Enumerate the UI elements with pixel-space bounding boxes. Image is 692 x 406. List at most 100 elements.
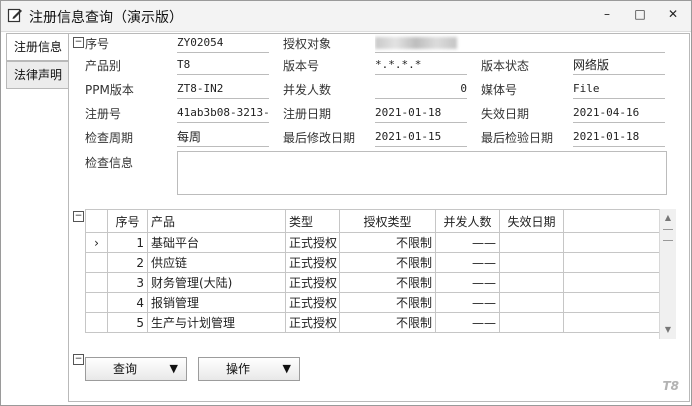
window-title: 注册信息查询（演示版） (29, 10, 183, 26)
row-filler (563, 232, 660, 253)
row-filler (563, 272, 660, 293)
media-value: File (573, 80, 665, 99)
maximize-button[interactable]: □ (630, 7, 650, 25)
seq-label: 序号 (85, 37, 110, 51)
row-type: 正式授权 (285, 272, 340, 293)
table-row[interactable]: 2 供应链 正式授权 不限制 —— (85, 252, 660, 273)
reg-no-label: 注册号 (85, 107, 122, 121)
row-type: 正式授权 (285, 232, 340, 253)
info-collapse-toggle[interactable]: − (73, 37, 84, 48)
row-expire (499, 252, 564, 273)
row-product: 报销管理 (147, 292, 286, 313)
row-expire (499, 232, 564, 253)
t8-watermark: T8 (662, 379, 679, 393)
query-button[interactable]: 查询 ▼ (85, 357, 187, 381)
licensee-value (375, 34, 665, 53)
col-header-seq[interactable]: 序号 (107, 209, 148, 233)
row-concurrent: —— (435, 252, 500, 273)
actions-collapse-toggle[interactable]: − (73, 354, 84, 365)
concurrent-value: 0 (375, 80, 467, 99)
seq-value: ZY02054 (177, 34, 269, 53)
row-filler (563, 252, 660, 273)
row-selector (85, 252, 108, 273)
ppm-version-label: PPM版本 (85, 83, 134, 97)
last-check-value: 2021-01-18 (573, 128, 665, 147)
col-header-expire-date[interactable]: 失效日期 (499, 209, 564, 233)
row-product: 财务管理(大陆) (147, 272, 286, 293)
row-filler (563, 312, 660, 333)
check-cycle-value: 每周 (177, 128, 269, 147)
tab-registration-info[interactable]: 注册信息 (6, 33, 69, 61)
row-product: 基础平台 (147, 232, 286, 253)
close-button[interactable]: ✕ (663, 7, 683, 25)
category-label: 产品别 (85, 59, 122, 73)
row-selector (85, 292, 108, 313)
row-expire (499, 312, 564, 333)
reg-no-value: 41ab3b08-3213-4 (177, 104, 269, 123)
row-seq: 1 (107, 232, 148, 253)
row-license-type: 不限制 (339, 292, 436, 313)
ppm-version-value: ZT8-IN2 (177, 80, 269, 99)
col-header-type[interactable]: 类型 (285, 209, 340, 233)
row-selector (85, 272, 108, 293)
last-modified-label: 最后修改日期 (283, 131, 356, 145)
grid-row-selector-header (85, 209, 108, 233)
row-license-type: 不限制 (339, 272, 436, 293)
redacted-licensee (375, 37, 457, 49)
version-no-value: *.*.*.* (375, 56, 467, 75)
row-type: 正式授权 (285, 292, 340, 313)
reg-date-value: 2021-01-18 (375, 104, 467, 123)
sidebar: 注册信息 法律声明 (6, 33, 70, 399)
table-row[interactable]: 5 生产与计划管理 正式授权 不限制 —— (85, 312, 660, 333)
grid-header-row: 序号 产品 类型 授权类型 并发人数 失效日期 (85, 209, 660, 233)
table-row[interactable]: 3 财务管理(大陆) 正式授权 不限制 —— (85, 272, 660, 293)
media-label: 媒体号 (481, 83, 518, 97)
category-value: T8 (177, 56, 269, 75)
row-concurrent: —— (435, 312, 500, 333)
row-seq: 4 (107, 292, 148, 313)
product-grid: 序号 产品 类型 授权类型 并发人数 失效日期 › 1 基础平台 正式授权 不限… (85, 209, 660, 333)
grid-collapse-toggle[interactable]: − (73, 211, 84, 222)
row-selector (85, 312, 108, 333)
last-check-label: 最后检验日期 (481, 131, 554, 145)
row-seq: 3 (107, 272, 148, 293)
row-filler (563, 292, 660, 313)
version-status-label: 版本状态 (481, 59, 530, 73)
check-cycle-label: 检查周期 (85, 131, 134, 145)
title-bar: 注册信息查询（演示版） – □ ✕ (1, 1, 691, 32)
chevron-down-icon: ▼ (169, 362, 178, 375)
row-seq: 2 (107, 252, 148, 273)
scroll-down-icon[interactable]: ▼ (660, 323, 676, 337)
table-row[interactable]: › 1 基础平台 正式授权 不限制 —— (85, 232, 660, 253)
row-cursor-icon: › (85, 232, 108, 253)
row-expire (499, 292, 564, 313)
col-header-license-type[interactable]: 授权类型 (339, 209, 436, 233)
check-info-label: 检查信息 (85, 156, 134, 170)
chevron-down-icon: ▼ (282, 362, 291, 375)
tab-legal-statement[interactable]: 法律声明 (6, 61, 70, 89)
grid-scrollbar[interactable]: ▲ ▼ (659, 209, 676, 339)
row-concurrent: —— (435, 232, 500, 253)
operate-button-label: 操作 (225, 362, 250, 376)
main-panel: − 序号 ZY02054 授权对象 产品别 T8 版本号 *.*.*.* 版本状… (68, 33, 690, 402)
registration-window: 注册信息查询（演示版） – □ ✕ 注册信息 法律声明 − 序号 ZY02054… (0, 0, 692, 406)
row-seq: 5 (107, 312, 148, 333)
last-modified-value: 2021-01-15 (375, 128, 467, 147)
minimize-button[interactable]: – (597, 7, 617, 25)
table-row[interactable]: 4 报销管理 正式授权 不限制 —— (85, 292, 660, 313)
row-type: 正式授权 (285, 312, 340, 333)
col-header-product[interactable]: 产品 (147, 209, 286, 233)
row-expire (499, 272, 564, 293)
row-concurrent: —— (435, 272, 500, 293)
licensee-label: 授权对象 (283, 37, 332, 51)
expire-date-value: 2021-04-16 (573, 104, 665, 123)
col-header-concurrent[interactable]: 并发人数 (435, 209, 500, 233)
check-info-textarea[interactable] (177, 151, 667, 195)
version-status-value: 网络版 (573, 56, 665, 75)
scroll-thumb[interactable] (663, 229, 673, 241)
version-no-label: 版本号 (283, 59, 320, 73)
scroll-up-icon[interactable]: ▲ (660, 211, 676, 225)
row-product: 生产与计划管理 (147, 312, 286, 333)
operate-button[interactable]: 操作 ▼ (198, 357, 300, 381)
row-type: 正式授权 (285, 252, 340, 273)
